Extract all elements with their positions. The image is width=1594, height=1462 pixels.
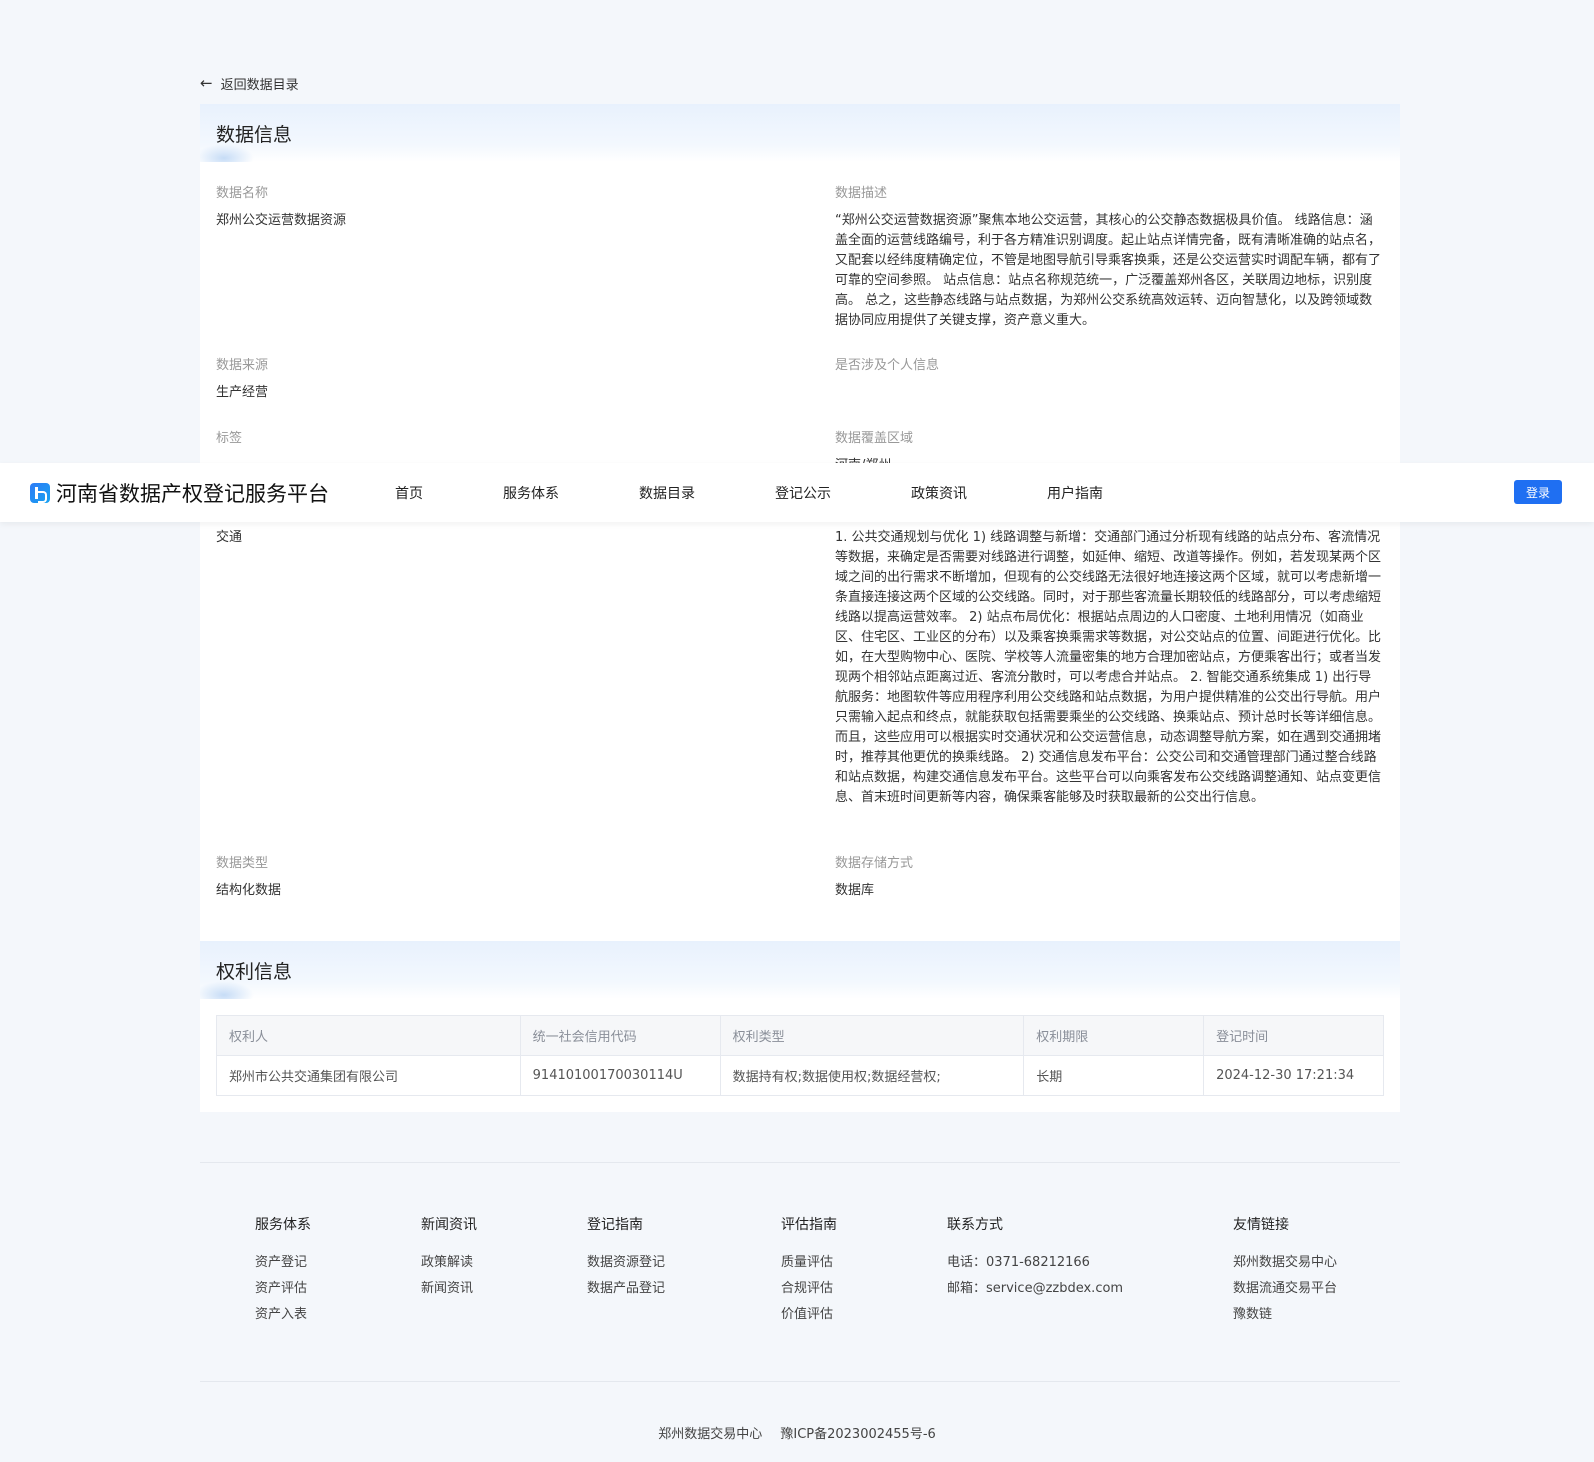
storage-field: 数据存储方式 数据库 <box>835 852 1383 901</box>
footer-link-yushulian[interactable]: 豫数链 <box>1233 1306 1337 1324</box>
footer-phone: 电话：0371-68212166 <box>947 1255 1090 1270</box>
col-header-rights-type: 权利类型 <box>719 1015 1025 1056</box>
footer-link-resource-reg[interactable]: 数据资源登记 <box>587 1254 665 1272</box>
col-header-reg-time: 登记时间 <box>1203 1015 1384 1056</box>
footer-heading: 友情链接 <box>1233 1217 1289 1233</box>
footer-link-value-eval[interactable]: 价值评估 <box>781 1306 837 1324</box>
rights-table: 权利人 统一社会信用代码 权利类型 权利期限 登记时间 郑州市公共交通集团有限公… <box>216 1015 1384 1096</box>
industry-field: 交通 <box>216 528 776 548</box>
rights-info-header: 权利信息 <box>200 941 1400 999</box>
nav-item-home[interactable]: 首页 <box>395 483 423 503</box>
rights-info-panel: 权利信息 权利人 统一社会信用代码 权利类型 权利期限 登记时间 郑州市公共交通… <box>200 941 1400 1112</box>
col-header-rights-term: 权利期限 <box>1023 1015 1205 1056</box>
data-source-value: 生产经营 <box>216 385 269 400</box>
col-header-credit-code: 统一社会信用代码 <box>519 1015 721 1056</box>
personal-info-label: 是否涉及个人信息 <box>835 358 940 373</box>
scenario-field: 1. 公共交通规划与优化 1) 线路调整与新增：交通部门通过分析现有线路的站点分… <box>835 528 1383 808</box>
data-info-panel: 数据信息 数据名称 郑州公交运营数据资源 数据描述 “郑州公交运营数据资源”聚焦… <box>200 104 1400 941</box>
data-desc-value: “郑州公交运营数据资源”聚焦本地公交运营，其核心的公交静态数据极具价值。 线路信… <box>835 213 1382 328</box>
back-link-label: 返回数据目录 <box>220 78 299 93</box>
footer-col-eval-guide: 评估指南 质量评估 合规评估 价值评估 <box>781 1214 837 1332</box>
storage-label: 数据存储方式 <box>835 856 914 871</box>
brand-name: 河南省数据产权登记服务平台 <box>56 482 329 506</box>
data-desc-label: 数据描述 <box>835 186 888 201</box>
coverage-label: 数据覆盖区域 <box>835 431 914 446</box>
footer-link-compliance-eval[interactable]: 合规评估 <box>781 1280 837 1298</box>
rights-table-header-row: 权利人 统一社会信用代码 权利类型 权利期限 登记时间 <box>216 1015 1384 1056</box>
cell-rights-type: 数据持有权;数据使用权;数据经营权; <box>719 1055 1025 1096</box>
footer-link-asset-accounting[interactable]: 资产入表 <box>255 1306 311 1324</box>
copyright-org: 郑州数据交易中心 <box>658 1427 763 1442</box>
data-name-label: 数据名称 <box>216 186 269 201</box>
cell-rights-term: 长期 <box>1023 1055 1205 1096</box>
data-source-field: 数据来源 生产经营 <box>216 354 776 403</box>
arrow-left-icon: ← <box>200 74 213 92</box>
footer-heading: 联系方式 <box>947 1217 1003 1233</box>
footer-bottom-divider <box>200 1381 1400 1382</box>
copyright-bar: 郑州数据交易中心 豫ICP备2023002455号-6 <box>0 1423 1594 1442</box>
footer-link-policy[interactable]: 政策解读 <box>421 1254 477 1272</box>
footer-link-asset-evaluation[interactable]: 资产评估 <box>255 1280 311 1298</box>
col-header-holder: 权利人 <box>216 1015 521 1056</box>
nav-item-service-system[interactable]: 服务体系 <box>503 483 559 503</box>
personal-info-field: 是否涉及个人信息 <box>835 354 1383 383</box>
top-navbar: 河南省数据产权登记服务平台 首页 服务体系 数据目录 登记公示 政策资讯 用户指… <box>0 463 1594 522</box>
tag-field: 标签 <box>216 427 776 456</box>
back-to-catalog-link[interactable]: ← 返回数据目录 <box>200 74 299 94</box>
industry-value: 交通 <box>216 530 243 545</box>
footer-link-zz-exchange[interactable]: 郑州数据交易中心 <box>1233 1254 1337 1272</box>
footer-link-trading-platform[interactable]: 数据流通交易平台 <box>1233 1280 1337 1298</box>
data-name-value: 郑州公交运营数据资源 <box>216 213 347 228</box>
tag-label: 标签 <box>216 431 243 446</box>
footer-link-quality-eval[interactable]: 质量评估 <box>781 1254 837 1272</box>
data-name-field: 数据名称 郑州公交运营数据资源 <box>216 182 776 231</box>
cell-credit-code: 91410100170030114U <box>519 1055 721 1096</box>
footer-heading: 登记指南 <box>587 1217 643 1233</box>
data-source-label: 数据来源 <box>216 358 269 373</box>
icp-record-link[interactable]: 豫ICP备2023002455号-6 <box>780 1427 935 1442</box>
footer-col-news: 新闻资讯 政策解读 新闻资讯 <box>421 1214 477 1306</box>
footer-heading: 新闻资讯 <box>421 1217 477 1233</box>
footer-heading: 评估指南 <box>781 1217 837 1233</box>
footer-heading: 服务体系 <box>255 1217 311 1233</box>
footer-col-reg-guide: 登记指南 数据资源登记 数据产品登记 <box>587 1214 665 1306</box>
footer-link-asset-registration[interactable]: 资产登记 <box>255 1254 311 1272</box>
data-info-title: 数据信息 <box>216 124 293 146</box>
brand[interactable]: 河南省数据产权登记服务平台 <box>30 478 329 508</box>
footer-col-friend-links: 友情链接 郑州数据交易中心 数据流通交易平台 豫数链 <box>1233 1214 1337 1332</box>
rights-info-title: 权利信息 <box>216 961 293 983</box>
data-type-value: 结构化数据 <box>216 883 282 898</box>
nav-item-registration-notice[interactable]: 登记公示 <box>775 483 831 503</box>
table-row: 郑州市公共交通集团有限公司 91410100170030114U 数据持有权;数… <box>216 1055 1384 1096</box>
login-button[interactable]: 登录 <box>1514 480 1562 504</box>
nav-item-user-guide[interactable]: 用户指南 <box>1047 483 1103 503</box>
cell-holder: 郑州市公共交通集团有限公司 <box>216 1055 521 1096</box>
data-type-label: 数据类型 <box>216 856 269 871</box>
platform-logo-icon <box>30 483 50 503</box>
storage-value: 数据库 <box>835 883 875 898</box>
footer-email: 邮箱：service@zzbdex.com <box>947 1281 1124 1296</box>
data-desc-field: 数据描述 “郑州公交运营数据资源”聚焦本地公交运营，其核心的公交静态数据极具价值… <box>835 182 1383 331</box>
scenario-value: 1. 公共交通规划与优化 1) 线路调整与新增：交通部门通过分析现有线路的站点分… <box>835 530 1382 805</box>
footer-link-product-reg[interactable]: 数据产品登记 <box>587 1280 665 1298</box>
footer-top-divider <box>200 1162 1400 1163</box>
data-type-field: 数据类型 结构化数据 <box>216 852 776 901</box>
footer-link-news[interactable]: 新闻资讯 <box>421 1280 477 1298</box>
cell-reg-time: 2024-12-30 17:21:34 <box>1203 1055 1384 1096</box>
nav-item-data-catalog[interactable]: 数据目录 <box>639 483 695 503</box>
footer-col-contact: 联系方式 电话：0371-68212166 邮箱：service@zzbdex.… <box>947 1214 1123 1306</box>
nav-item-policy-news[interactable]: 政策资讯 <box>911 483 967 503</box>
footer-col-service: 服务体系 资产登记 资产评估 资产入表 <box>255 1214 311 1332</box>
data-info-header: 数据信息 <box>200 104 1400 162</box>
